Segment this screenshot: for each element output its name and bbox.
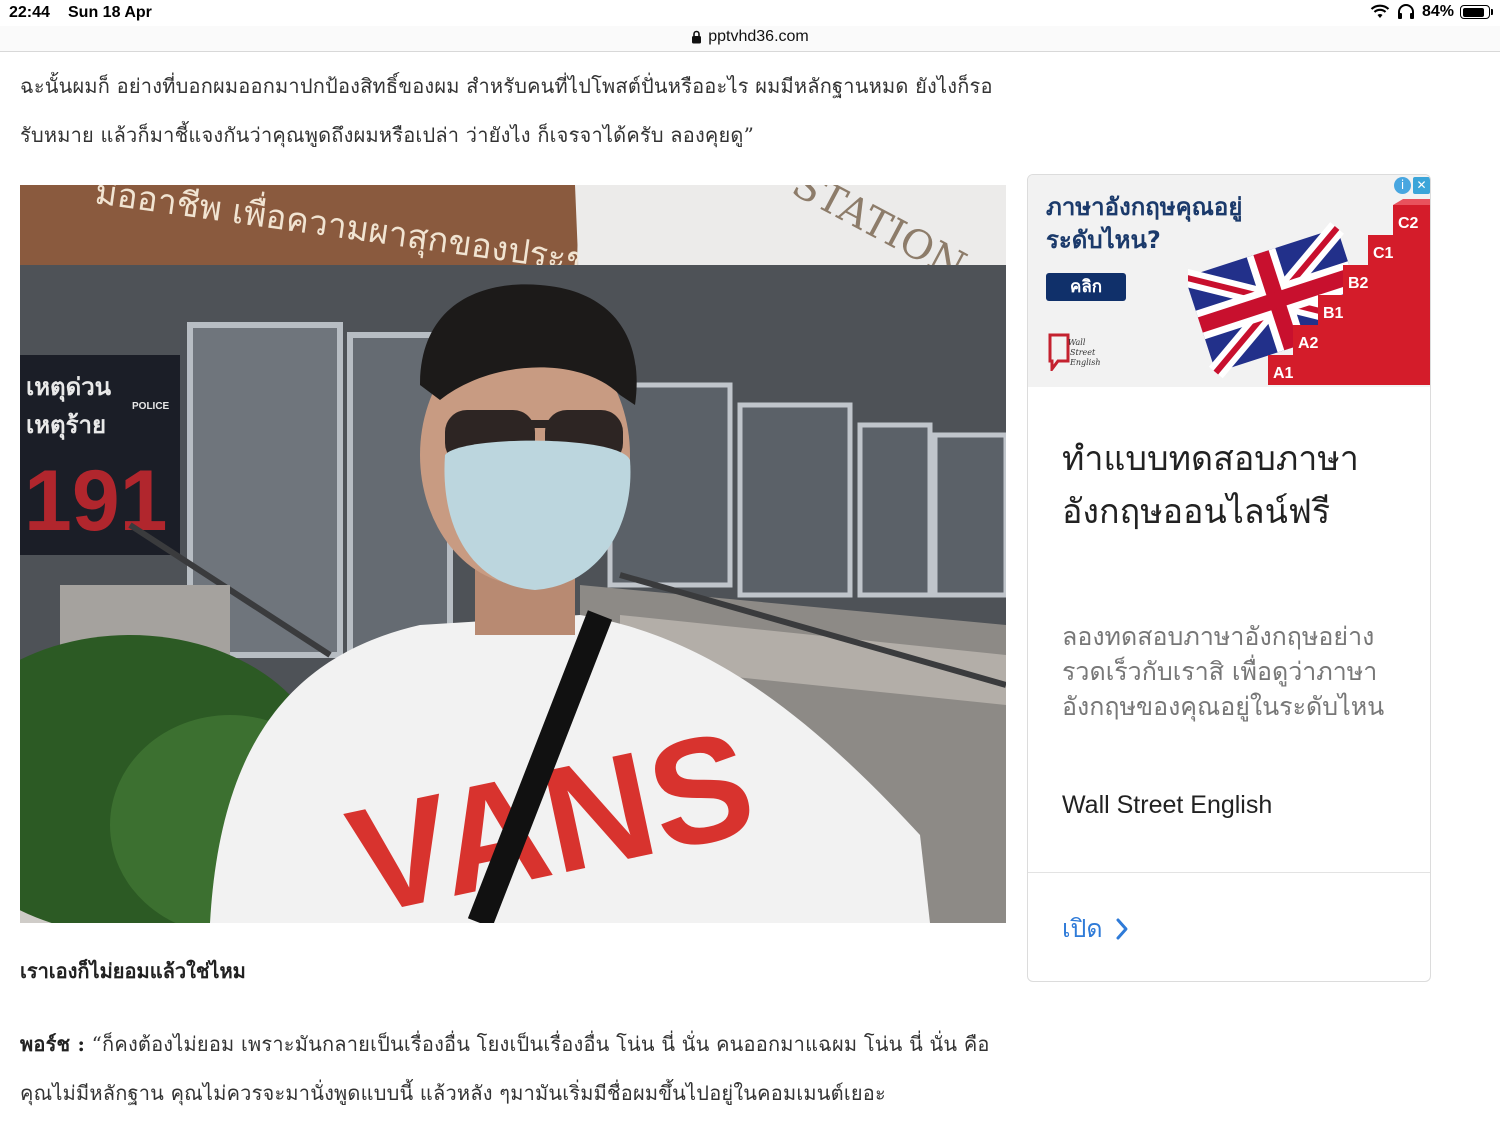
interview-question: เราเองก็ไม่ยอมแล้วใช่ไหม [20,959,246,983]
level-label-a1: A1 [1273,365,1294,382]
svg-text:Street: Street [1070,348,1096,357]
ad-banner[interactable]: ภาษาอังกฤษคุณอยู่ระดับไหน? คลิก Wall Str… [1028,175,1430,387]
svg-text:English: English [1069,358,1100,367]
address-bar[interactable]: pptvhd36.com [0,26,1500,52]
level-label-c1: C1 [1373,245,1394,262]
ad-divider [1028,872,1430,873]
lock-icon [692,30,702,44]
article-paragraph: ฉะนั้นผมก็ อย่างที่บอกผมออกมาปกป้องสิทธิ… [20,74,993,147]
level-label-b1: B1 [1323,305,1344,322]
poster-police: POLICE [132,401,170,412]
ad-banner-cta-button[interactable]: คลิก [1046,273,1126,301]
advertisement[interactable]: ภาษาอังกฤษคุณอยู่ระดับไหน? คลิก Wall Str… [1027,174,1431,982]
level-label-a2: A2 [1298,335,1319,352]
speaker-label: พอร์ช : [20,1032,86,1056]
url-text: pptvhd36.com [708,28,809,45]
status-time: 22:44 [9,4,50,21]
ad-headline[interactable]: ทำแบบทดสอบภาษาอังกฤษออนไลน์ฟรี [1062,433,1402,539]
chevron-right-icon [1116,918,1128,940]
status-indicators: 84% [1370,3,1493,21]
article-photo: มืออาชีพ เพื่อความผาสุกของประชาชน STATIO… [20,185,1006,923]
level-label-b2: B2 [1348,275,1369,292]
ad-info-icon[interactable]: i [1394,177,1411,194]
poster-line-2: เหตุร้าย [26,411,106,441]
wall-street-english-logo: Wall Street English [1048,333,1100,371]
level-stairs-graphic: A1A2B1B2C1C2 [1188,199,1430,385]
wifi-icon [1370,4,1390,18]
battery-icon [1460,5,1493,19]
headphones-icon [1397,4,1414,19]
level-label-c2: C2 [1398,215,1419,232]
status-date: Sun 18 Apr [68,4,152,21]
answer-text: “ก็คงต้องไม่ยอม เพราะมันกลายเป็นเรื่องอื… [20,1032,990,1105]
svg-text:Wall: Wall [1068,338,1086,347]
status-bar: 22:44 Sun 18 Apr 84% [0,0,1500,26]
battery-percent: 84% [1421,3,1454,20]
interview-answer: พอร์ช : “ก็คงต้องไม่ยอม เพราะมันกลายเป็น… [20,1020,1010,1118]
ad-open-label: เปิด [1062,914,1103,943]
ad-advertiser-name: Wall Street English [1062,791,1273,819]
ad-close-icon[interactable]: ✕ [1413,177,1430,194]
poster-line-1: เหตุด่วน [26,373,112,403]
ad-choices[interactable]: i ✕ [1394,177,1430,194]
ad-open-button[interactable]: เปิด [1062,909,1129,949]
ad-body-text: ลองทดสอบภาษาอังกฤษอย่างรวดเร็วกับเราสิ เ… [1062,622,1385,721]
